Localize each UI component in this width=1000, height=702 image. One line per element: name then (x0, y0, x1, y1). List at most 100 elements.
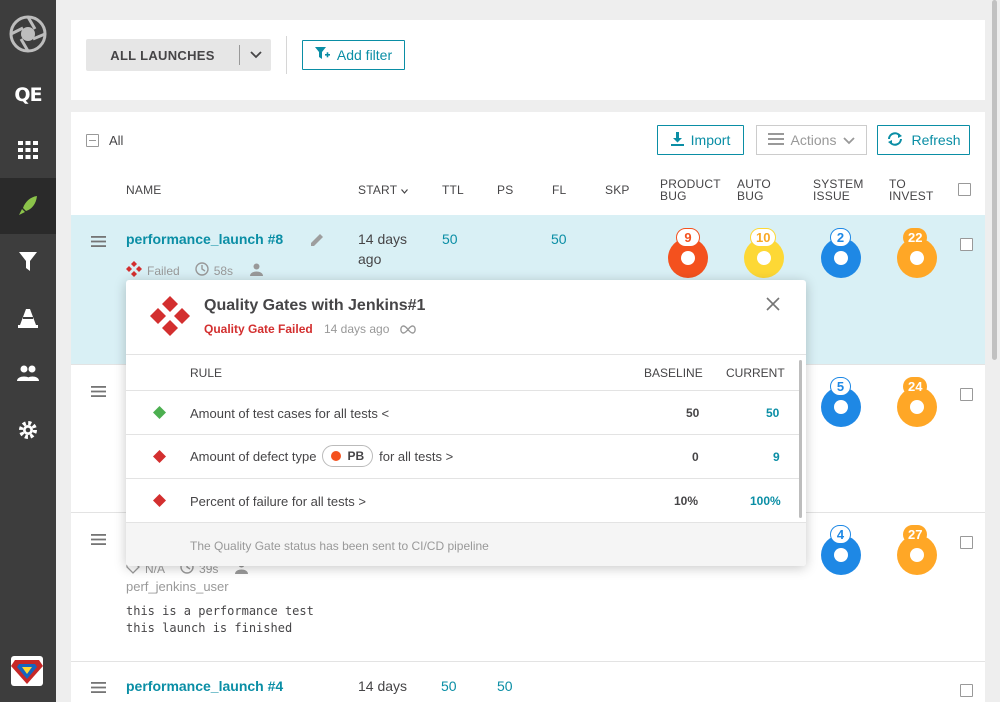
auto-bug-count: 10 (750, 228, 777, 247)
select-all-label: All (109, 133, 124, 148)
to-invest-donut[interactable]: 22 (897, 228, 937, 278)
sidebar: QE (0, 0, 56, 702)
rule-row: Amount of test cases for all tests < 50 … (126, 391, 800, 435)
failed-diamond-icon (153, 494, 166, 512)
header-checkbox[interactable] (958, 183, 971, 196)
rule-row: Amount of defect type PB for all tests >… (126, 435, 800, 479)
column-fl[interactable]: FL (552, 184, 566, 196)
current-value: 9 (773, 450, 780, 464)
menu-icon (767, 132, 784, 148)
row-checkbox[interactable] (960, 238, 973, 251)
failed-diamond-icon (153, 450, 166, 468)
launches-select-label: ALL LAUNCHES (110, 47, 215, 63)
row-menu-icon[interactable] (91, 680, 106, 698)
rules-header-row: RULE BASELINE CURRENT (126, 355, 800, 391)
chevron-down-icon (843, 132, 856, 148)
ps-count[interactable]: 50 (497, 678, 513, 694)
current-header: CURRENT (726, 366, 785, 380)
system-issue-count: 4 (830, 525, 851, 544)
system-issue-donut[interactable]: 2 (821, 228, 861, 278)
footer-note: The Quality Gate status has been sent to… (190, 539, 489, 553)
quality-gate-failed-icon (150, 296, 190, 341)
launch-description: this is a performance test this launch i… (126, 604, 314, 635)
add-filter-button[interactable]: Add filter (302, 40, 405, 70)
passed-diamond-icon (153, 406, 166, 424)
import-icon (670, 131, 684, 149)
select-all-checkbox[interactable] (86, 134, 99, 147)
row-checkbox[interactable] (960, 684, 973, 697)
import-label: Import (690, 132, 731, 148)
start-time: 14 days (358, 678, 408, 694)
ttl-count[interactable]: 50 (441, 678, 457, 694)
rule-text: Amount of defect type PB for all tests > (190, 445, 453, 467)
members-icon[interactable] (0, 345, 56, 401)
baseline-value: 50 (686, 406, 700, 420)
filter-panel: ALL LAUNCHES Add filter (71, 20, 985, 100)
to-invest-count: 22 (903, 228, 928, 247)
actions-dropdown[interactable]: Actions (756, 125, 867, 155)
column-name[interactable]: NAME (126, 184, 161, 196)
system-issue-donut[interactable]: 4 (821, 525, 861, 575)
popup-title: Quality Gates with Jenkins#1 (204, 297, 426, 314)
infinity-icon (399, 323, 417, 337)
filters-icon[interactable] (0, 234, 56, 290)
to-invest-count: 24 (903, 377, 928, 396)
import-button[interactable]: Import (657, 125, 744, 155)
refresh-label: Refresh (911, 132, 961, 148)
system-issue-donut[interactable]: 5 (821, 377, 861, 427)
product-bug-donut[interactable]: 9 (668, 228, 708, 278)
table-row[interactable]: performance_launch #4 14 days 50 50 (71, 661, 985, 702)
column-product-bug[interactable]: PRODUCT BUG (660, 178, 721, 202)
product-bug-count: 9 (676, 228, 700, 247)
fl-count[interactable]: 50 (551, 231, 567, 247)
baseline-value: 0 (692, 450, 699, 464)
rule-text: Percent of failure for all tests > (190, 494, 366, 509)
launch-name-link[interactable]: performance_launch #8 (126, 231, 283, 247)
column-to-invest[interactable]: TO INVEST (889, 178, 934, 202)
column-start[interactable]: START (358, 184, 408, 196)
column-ps[interactable]: PS (497, 184, 513, 196)
chevron-down-icon[interactable] (240, 51, 271, 59)
popup-time: 14 days ago (324, 322, 417, 337)
column-ttl[interactable]: TTL (442, 184, 464, 196)
edit-pencil-icon[interactable] (310, 233, 324, 252)
column-skp[interactable]: SKP (605, 184, 630, 196)
quality-gate-rules-table: RULE BASELINE CURRENT Amount of test cas… (126, 354, 806, 522)
launches-select[interactable]: ALL LAUNCHES (86, 39, 271, 71)
current-value: 50 (766, 406, 780, 420)
row-menu-icon[interactable] (91, 384, 106, 402)
column-auto-bug[interactable]: AUTO BUG (737, 178, 771, 202)
launch-name-link[interactable]: performance_launch #4 (126, 678, 283, 694)
refresh-button[interactable]: Refresh (877, 125, 970, 155)
project-selector[interactable]: QE (0, 67, 56, 123)
refresh-icon (886, 131, 904, 150)
settings-icon[interactable] (0, 402, 56, 458)
row-menu-icon[interactable] (91, 532, 106, 550)
launch-status: Failed (147, 263, 180, 278)
to-invest-donut[interactable]: 24 (897, 377, 937, 427)
rule-text: Amount of test cases for all tests < (190, 406, 390, 421)
quality-gate-status: Quality Gate Failed (204, 322, 313, 336)
auto-bug-donut[interactable]: 10 (744, 228, 784, 278)
start-time: 14 days ago (358, 231, 408, 267)
row-checkbox[interactable] (960, 388, 973, 401)
launches-icon[interactable] (0, 178, 56, 234)
filter-add-icon (314, 46, 330, 64)
dashboard-icon[interactable] (0, 122, 56, 178)
popup-scrollbar[interactable] (799, 360, 802, 518)
current-value: 100% (750, 494, 781, 508)
superman-avatar[interactable] (11, 656, 43, 686)
product-bug-dot (331, 451, 342, 461)
page-scrollbar[interactable] (992, 0, 997, 360)
quality-gate-popup: Quality Gates with Jenkins#1 Quality Gat… (126, 280, 806, 566)
to-invest-donut[interactable]: 27 (897, 525, 937, 575)
rule-row: Percent of failure for all tests > 10% 1… (126, 479, 800, 523)
debug-icon[interactable] (0, 290, 56, 346)
close-icon[interactable] (766, 297, 780, 316)
row-checkbox[interactable] (960, 536, 973, 549)
row-menu-icon[interactable] (91, 234, 106, 252)
ttl-count[interactable]: 50 (442, 231, 458, 247)
aperture-logo-icon[interactable] (0, 6, 56, 62)
column-system-issue[interactable]: SYSTEM ISSUE (813, 178, 864, 202)
popup-footer: The Quality Gate status has been sent to… (126, 522, 806, 566)
